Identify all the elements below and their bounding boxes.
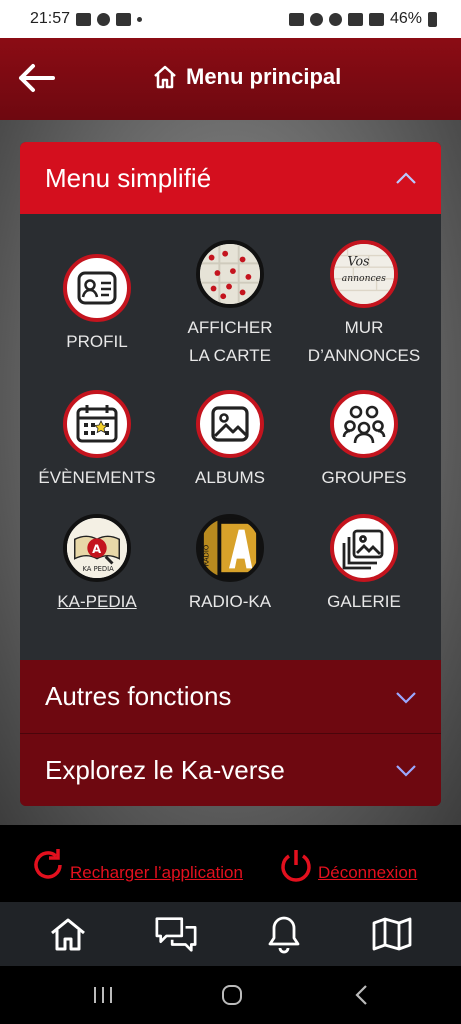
gallery-notif-icon	[76, 12, 92, 26]
circle-home-icon	[222, 985, 242, 1005]
section-other-title: Autres fonctions	[45, 681, 232, 711]
system-back-button[interactable]	[347, 983, 377, 1007]
kapedia-logo-icon: A KA PEDIA	[63, 514, 131, 582]
menu-label-carte-2: LA CARTE	[189, 346, 271, 365]
nfc-icon	[288, 12, 304, 26]
footer-actions: Recharger l’application Déconnexion	[0, 825, 461, 902]
logout-link[interactable]: Déconnexion	[278, 847, 417, 883]
status-bar: 21:57 46%	[0, 0, 461, 38]
chevron-left-icon	[355, 985, 367, 1005]
menu-panel: Menu simplifié PROFIL AFFICHER LA CARTE …	[20, 142, 441, 806]
nav-map-button[interactable]	[370, 914, 414, 954]
menu-label-galerie: GALERIE	[327, 592, 401, 611]
cloud-notif-icon	[97, 12, 111, 26]
menu-label-groupes: GROUPES	[321, 468, 407, 487]
menu-item-carte[interactable]: AFFICHER LA CARTE	[160, 240, 300, 370]
recent-apps-button[interactable]	[88, 983, 118, 1007]
chat-icon	[155, 917, 197, 952]
reload-icon	[34, 849, 62, 879]
menu-item-mur[interactable]: Vos annonces MUR D’ANNONCES	[294, 240, 434, 370]
battery-level: 46%	[389, 10, 422, 27]
svg-text:A: A	[92, 542, 101, 556]
section-simplified-header[interactable]: Menu simplifié	[20, 142, 441, 214]
calendar-icon	[63, 390, 131, 458]
radio-ka-logo-icon: RADIO	[196, 514, 264, 582]
menu-label-carte-1: AFFICHER	[187, 318, 273, 337]
system-nav-bar	[0, 966, 461, 1024]
menu-label-radio: RADIO-KA	[188, 592, 272, 611]
menu-item-galerie[interactable]: GALERIE	[294, 514, 434, 616]
page-title: Menu principal	[186, 64, 342, 89]
menu-item-groupes[interactable]: GROUPES	[294, 390, 434, 492]
menu-item-evenements[interactable]: ÉVÈNEMENTS	[27, 390, 167, 492]
section-explore-title: Explorez le Ka-verse	[45, 754, 285, 785]
nav-home-button[interactable]	[46, 914, 90, 954]
board-text-1: Vos	[348, 253, 371, 268]
wifi-icon	[347, 12, 363, 26]
app-bar: Menu principal	[0, 38, 461, 120]
reload-app-link[interactable]: Recharger l’application	[30, 847, 243, 883]
announcement-board-icon: Vos annonces	[330, 240, 398, 308]
menu-label-evenements: ÉVÈNEMENTS	[38, 468, 156, 487]
bottom-nav	[0, 902, 461, 966]
chevron-down-icon	[396, 765, 416, 777]
menu-label-mur-2: D’ANNONCES	[307, 346, 421, 365]
signal-icon	[368, 12, 384, 26]
alarm-icon	[309, 12, 323, 26]
page-title-group: Menu principal	[152, 64, 341, 90]
group-icon	[330, 390, 398, 458]
board-text-2: annonces	[342, 273, 386, 284]
section-simplified-title: Menu simplifié	[45, 162, 212, 193]
battery-icon	[428, 11, 437, 27]
chevron-up-icon	[396, 172, 416, 184]
menu-label-kapedia: KA-PEDIA	[57, 592, 137, 611]
menu-item-kapedia[interactable]: A KA PEDIA KA-PEDIA	[27, 514, 167, 616]
menu-item-profil[interactable]: PROFIL	[27, 254, 167, 356]
home-icon	[154, 65, 176, 89]
menu-label-albums: ALBUMS	[195, 468, 265, 487]
nav-chat-button[interactable]	[154, 914, 198, 954]
reload-app-label: Recharger l’application	[70, 863, 243, 882]
gallery-icon	[330, 514, 398, 582]
system-home-button[interactable]	[217, 983, 247, 1007]
kapedia-logo-text: KA PEDIA	[82, 565, 114, 573]
map-pins-icon	[196, 240, 264, 308]
status-time: 21:57	[30, 10, 71, 27]
home-icon	[51, 918, 85, 951]
profile-card-icon	[63, 254, 131, 322]
menu-label-mur-1: MUR	[344, 318, 384, 337]
power-icon	[281, 850, 311, 882]
bell-icon	[268, 916, 300, 954]
logout-label: Déconnexion	[318, 863, 418, 882]
chevron-down-icon	[396, 691, 416, 704]
menu-item-albums[interactable]: ALBUMS	[160, 390, 300, 492]
section-other-header[interactable]: Autres fonctions	[20, 660, 441, 733]
map-icon	[372, 917, 412, 951]
arrow-left-icon	[19, 64, 55, 92]
picture-icon	[196, 390, 264, 458]
nav-notifications-button[interactable]	[262, 914, 306, 954]
radio-logo-text: RADIO	[203, 545, 211, 567]
recents-icon	[94, 987, 112, 1003]
back-button[interactable]	[14, 58, 58, 98]
menu-item-radio[interactable]: RADIO RADIO-KA	[160, 514, 300, 616]
more-notif-icon	[137, 16, 143, 22]
menu-label-profil: PROFIL	[66, 332, 128, 351]
location-icon	[328, 12, 342, 26]
section-explore-header[interactable]: Explorez le Ka-verse	[20, 733, 441, 806]
mail-notif-icon	[116, 12, 132, 26]
